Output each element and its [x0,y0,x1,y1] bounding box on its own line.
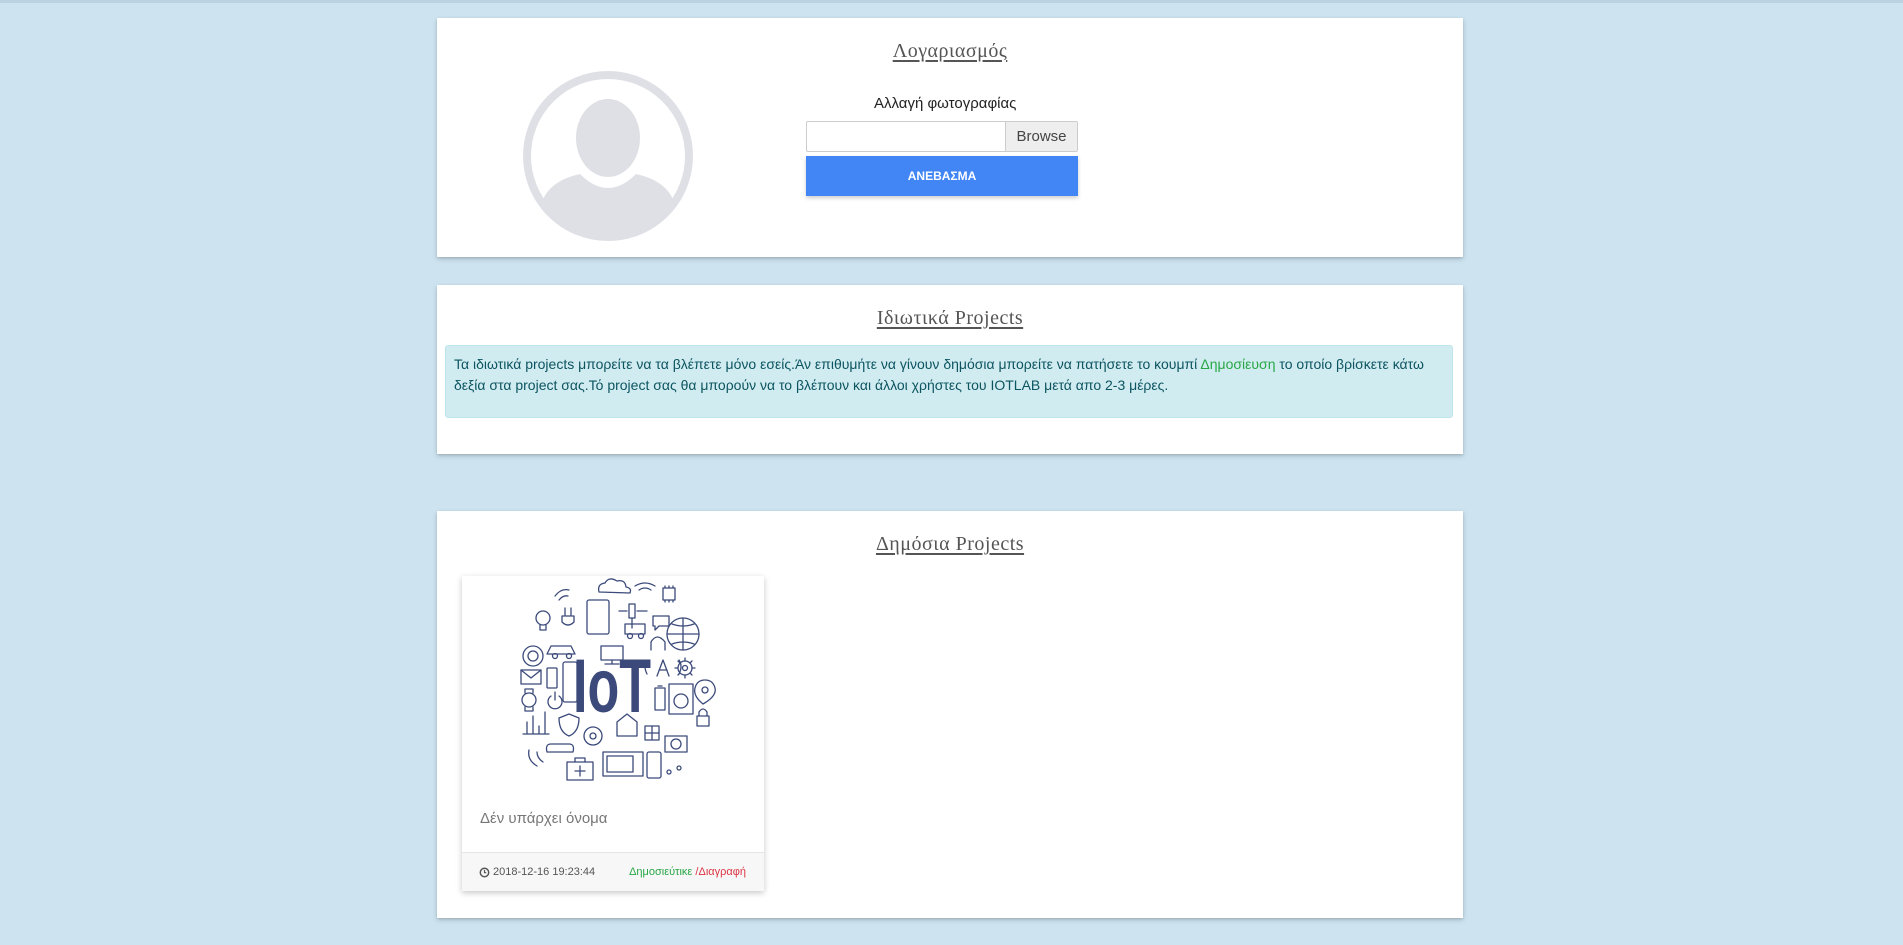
file-input[interactable]: Browse [806,121,1078,152]
clock-icon [479,867,490,878]
file-input-text[interactable] [807,122,1006,151]
project-name: Δέν υπάρχει όνομα [480,810,608,827]
public-projects-title: Δημόσια Projects [875,533,1025,555]
account-title: Λογαριασμός [892,40,1008,62]
change-photo-label: Αλλαγή φωτογραφίας [874,95,1017,112]
info-text-highlight: Δημοσίευση [1200,356,1276,372]
published-link[interactable]: Δημοσιεύτικε [629,866,692,878]
private-projects-info-alert: Τα ιδιωτικά projects μπορείτε να τα βλέπ… [445,345,1453,418]
project-status: Δημοσιεύτικε /Διαγραφή [629,866,746,878]
project-card-footer: 2018-12-16 19:23:44 Δημοσιεύτικε /Διαγρα… [462,852,764,891]
info-text-start: Τα ιδιωτικά projects μπορείτε να τα βλέπ… [454,356,1201,372]
project-date: 2018-12-16 19:23:44 [493,866,596,878]
avatar-placeholder-icon [523,71,693,241]
private-projects-title: Ιδιωτικά Projects [876,307,1024,329]
account-panel: Λογαριασμός Αλλαγή φωτογραφίας Browse ΑΝ… [437,18,1463,257]
delete-link[interactable]: Διαγραφή [698,866,746,878]
top-border [0,0,1903,3]
iot-project-image: IoT [520,578,716,781]
project-card[interactable]: IoT Δέν υπάρχει όνομα 2018-12-16 19:23:4… [462,576,764,891]
public-projects-panel: Δημόσια Projects IoT Δέν υπάρχει όνομα 2… [437,511,1463,918]
private-projects-panel: Ιδιωτικά Projects Τα ιδιωτικά projects μ… [437,285,1463,454]
iot-logo-text: IoT [573,644,651,729]
upload-button[interactable]: ΑΝΕΒΑΣΜΑ [806,156,1078,196]
browse-button[interactable]: Browse [1005,122,1077,151]
